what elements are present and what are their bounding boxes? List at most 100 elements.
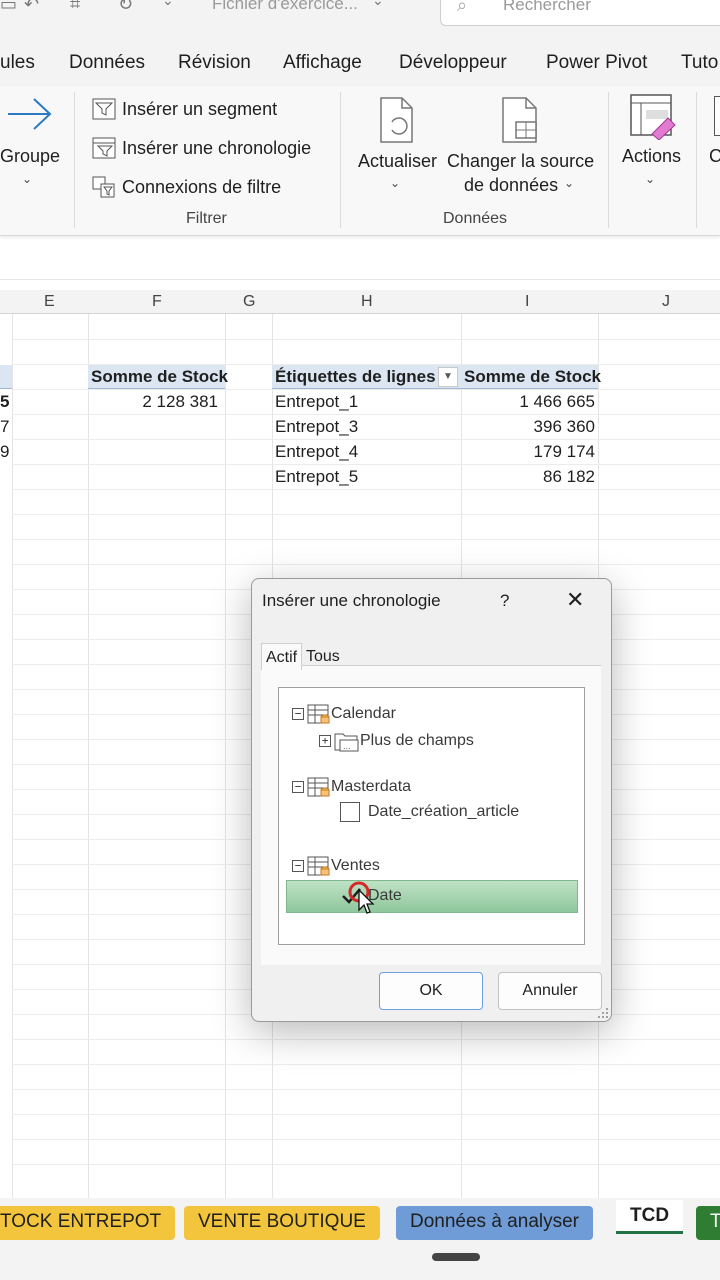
filter-connections-label: Connexions de filtre <box>122 176 282 197</box>
close-button[interactable]: ✕ <box>566 587 584 613</box>
resize-grip-icon[interactable] <box>597 1007 609 1019</box>
column-header-h[interactable]: H <box>361 293 373 311</box>
date-creation-label: Date_création_article <box>368 803 520 820</box>
column-header-g[interactable]: G <box>243 293 255 311</box>
help-button[interactable]: ? <box>500 591 509 611</box>
tab-affichage[interactable]: Affichage <box>283 52 362 74</box>
change-source-chevron-icon[interactable]: ⌄ <box>564 176 574 190</box>
sheet-tab-vente-boutique[interactable]: VENTE BOUTIQUE <box>184 1206 380 1240</box>
tab-tutoriel[interactable]: Tuto <box>681 52 718 74</box>
search-icon: ⌕ <box>457 0 468 15</box>
formula-bar <box>0 248 720 280</box>
tree-node-masterdata[interactable]: − Masterdata <box>292 776 411 798</box>
f-pivot-total[interactable]: 2 128 381 <box>88 392 218 412</box>
insert-timeline-label: Insérer une chronologie <box>122 137 312 158</box>
filename-chevron-icon[interactable]: ⌄ <box>372 0 384 9</box>
date-creation-checkbox[interactable] <box>340 802 360 822</box>
timeline-icon <box>92 137 116 159</box>
filter-connections-button[interactable]: Connexions de filtre <box>92 172 281 202</box>
actions-button[interactable]: Actions <box>622 146 681 167</box>
f-pivot-header[interactable]: Somme de Stock <box>91 367 228 387</box>
change-source-label-1[interactable]: Changer la source <box>447 151 594 172</box>
grid-line <box>12 439 720 440</box>
clipboard-icon[interactable]: ⌗ <box>70 0 80 15</box>
grid-line <box>12 1139 720 1140</box>
pivot-row-label[interactable]: Entrepot_3 <box>275 417 358 437</box>
tab-tous[interactable]: Tous <box>306 648 340 666</box>
next-icon-edge[interactable] <box>714 96 720 136</box>
column-header-e[interactable]: E <box>44 293 55 311</box>
bottom-bar <box>0 1248 720 1280</box>
chevron-down-icon[interactable]: ⌄ <box>162 0 174 9</box>
pivot-row-value[interactable]: 396 360 <box>461 417 595 437</box>
search-input[interactable]: ⌕ Rechercher <box>440 0 720 26</box>
cancel-button[interactable]: Annuler <box>498 972 602 1010</box>
folder-icon: ... <box>334 733 359 752</box>
tab-donnees[interactable]: Données <box>69 52 145 74</box>
column-header-i[interactable]: I <box>525 293 529 311</box>
actions-icon[interactable] <box>630 94 676 140</box>
actions-chevron-icon[interactable]: ⌄ <box>645 172 655 186</box>
file-name[interactable]: Fichier d'exercice... <box>212 0 358 14</box>
insert-timeline-button[interactable]: Insérer une chronologie <box>92 133 311 163</box>
cell-left-edge[interactable]: 5 <box>0 392 9 412</box>
cell-left-edge[interactable]: 7 <box>0 417 9 437</box>
column-header-f[interactable]: F <box>152 293 162 311</box>
collapse-icon[interactable]: − <box>292 708 304 720</box>
pivot-row-value[interactable]: 179 174 <box>461 442 595 462</box>
collapse-icon[interactable]: − <box>292 860 304 872</box>
column-headers: E F G H I J <box>0 290 720 314</box>
pivot-row-label[interactable]: Entrepot_1 <box>275 392 358 412</box>
sheet-tab-donnees-a-analyser[interactable]: Données à analyser <box>396 1206 593 1240</box>
pivot-row-label[interactable]: Entrepot_5 <box>275 467 358 487</box>
sheet-tab-tcd[interactable]: TCD <box>616 1200 684 1234</box>
tab-actif[interactable]: Actif <box>261 643 303 670</box>
click-indicator-icon <box>348 881 375 914</box>
refresh-icon[interactable]: ↻ <box>118 0 133 15</box>
insert-slicer-button[interactable]: Insérer un segment <box>92 94 277 124</box>
sum-stock-header[interactable]: Somme de Stock <box>464 367 601 387</box>
pivot-row-label[interactable]: Entrepot_4 <box>275 442 358 462</box>
tab-formules[interactable]: ules <box>0 52 35 74</box>
expand-icon[interactable]: + <box>319 735 331 747</box>
svg-text:...: ... <box>343 742 351 751</box>
groupe-button[interactable]: Groupe <box>0 146 60 167</box>
filter-dropdown-icon[interactable]: ▼ <box>438 367 458 387</box>
sheet-tab-stock-entrepot[interactable]: TOCK ENTREPOT <box>0 1206 176 1240</box>
pivot-row-value[interactable]: 86 182 <box>461 467 595 487</box>
field-tree[interactable]: − Calendar + ... Plus de champs − Master… <box>278 687 585 945</box>
tree-node-date-creation[interactable]: Date_création_article <box>340 802 519 822</box>
tree-node-ventes[interactable]: − Ventes <box>292 855 380 877</box>
cell-left-edge[interactable]: 9 <box>0 442 9 462</box>
insert-slicer-label: Insérer un segment <box>122 98 278 119</box>
collapse-icon[interactable]: − <box>292 781 304 793</box>
ventes-label: Ventes <box>331 857 380 874</box>
grid-line <box>12 539 720 540</box>
groupe-chevron-icon[interactable]: ⌄ <box>22 172 32 186</box>
row-labels-header[interactable]: Étiquettes de lignes <box>275 367 436 387</box>
ribbon: Groupe ⌄ Insérer un segment Insérer une … <box>0 86 720 236</box>
arrow-right-icon[interactable] <box>6 96 54 132</box>
change-source-icon[interactable] <box>500 96 544 144</box>
dialog-title: Insérer une chronologie <box>262 591 441 610</box>
tree-node-more-fields[interactable]: + ... Plus de champs <box>319 730 474 752</box>
grid-line <box>88 314 89 1198</box>
refresh-button[interactable]: Actualiser <box>358 151 437 172</box>
home-indicator[interactable] <box>432 1253 480 1261</box>
change-source-label-2[interactable]: de données <box>464 175 558 196</box>
tree-node-calendar[interactable]: − Calendar <box>292 703 396 725</box>
ok-button[interactable]: OK <box>379 972 483 1010</box>
grid-line <box>12 489 720 490</box>
refresh-doc-icon[interactable] <box>378 96 418 144</box>
tab-developpeur[interactable]: Développeur <box>399 52 507 74</box>
refresh-chevron-icon[interactable]: ⌄ <box>390 176 400 190</box>
tab-power-pivot[interactable]: Power Pivot <box>546 52 647 74</box>
sheet-tab-next[interactable]: T <box>696 1206 720 1240</box>
selected-field-row[interactable] <box>286 880 578 913</box>
next-button-label[interactable]: C <box>709 146 720 167</box>
undo-icon[interactable]: ↶ <box>24 0 39 15</box>
column-header-j[interactable]: J <box>662 293 670 311</box>
pivot-row-value[interactable]: 1 466 665 <box>461 392 595 412</box>
save-icon[interactable]: ▭ <box>0 0 17 15</box>
tab-revision[interactable]: Révision <box>178 52 251 74</box>
